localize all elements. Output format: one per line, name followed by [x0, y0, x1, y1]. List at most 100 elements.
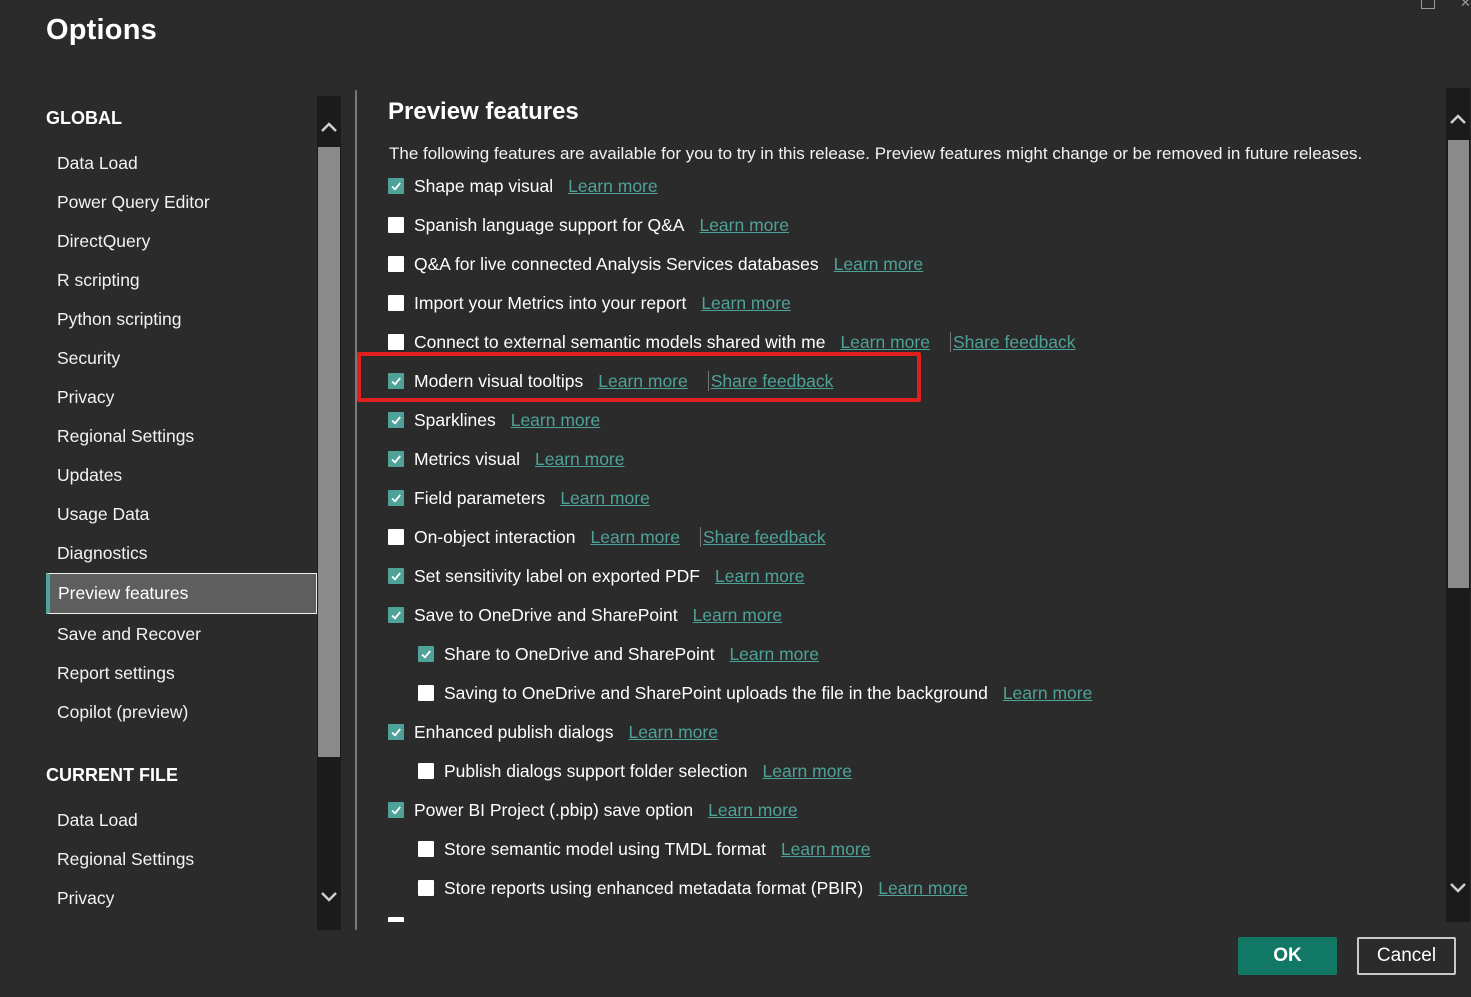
chevron-down-icon[interactable]: [318, 886, 340, 908]
learn-more-link[interactable]: Learn more: [590, 527, 680, 548]
learn-more-link[interactable]: Learn more: [878, 878, 968, 899]
sidebar-item-privacy[interactable]: Privacy: [57, 387, 114, 408]
page-title: Preview features: [388, 98, 579, 125]
feature-row: Q&A for live connected Analysis Services…: [388, 252, 923, 276]
feature-checkbox[interactable]: [388, 917, 404, 922]
sidebar-item-updates[interactable]: Updates: [57, 465, 122, 486]
sidebar-item-python-scripting[interactable]: Python scripting: [57, 309, 182, 330]
feature-checkbox[interactable]: [388, 724, 404, 740]
close-icon[interactable]: ✕: [1460, 0, 1471, 9]
sidebar-item-preview-features[interactable]: Preview features: [46, 573, 317, 614]
feature-label: Metrics visual: [414, 448, 520, 469]
feature-label: Import your Metrics into your report: [414, 292, 687, 313]
sidebar-item-current-data-load[interactable]: Data Load: [57, 810, 138, 831]
sidebar-item-regional-settings[interactable]: Regional Settings: [57, 426, 194, 447]
feature-label: Q&A for live connected Analysis Services…: [414, 253, 819, 274]
feature-row: Metrics visual Learn more: [388, 447, 625, 471]
feature-checkbox[interactable]: [388, 607, 404, 623]
chevron-up-icon[interactable]: [318, 116, 340, 138]
feature-checkbox[interactable]: [388, 529, 404, 545]
feature-checkbox[interactable]: [388, 334, 404, 350]
sidebar-item-copilot[interactable]: Copilot (preview): [57, 702, 188, 723]
chevron-up-icon[interactable]: [1447, 108, 1469, 130]
sidebar-item-usage-data[interactable]: Usage Data: [57, 504, 149, 525]
sidebar-item-data-load[interactable]: Data Load: [57, 153, 138, 174]
options-dialog: ✕ Options GLOBAL Data Load Power Query E…: [0, 0, 1471, 997]
share-feedback-link[interactable]: Share feedback: [953, 332, 1076, 353]
sidebar-scrollbar-thumb[interactable]: [318, 147, 340, 757]
learn-more-link[interactable]: Learn more: [715, 566, 805, 587]
sidebar-item-directquery[interactable]: DirectQuery: [57, 231, 150, 252]
learn-more-link[interactable]: Learn more: [628, 722, 718, 743]
feature-label: Save to OneDrive and SharePoint: [414, 604, 678, 625]
feature-label: Sparklines: [414, 409, 496, 430]
sidebar-item-power-query-editor[interactable]: Power Query Editor: [57, 192, 210, 213]
feature-checkbox[interactable]: [418, 763, 434, 779]
link-separator: [707, 371, 709, 391]
feature-row: Store semantic model using TMDL format Le…: [418, 837, 870, 861]
feature-checkbox[interactable]: [418, 880, 434, 896]
share-feedback-link[interactable]: Share feedback: [711, 371, 834, 392]
feature-checkbox[interactable]: [388, 295, 404, 311]
cancel-button[interactable]: Cancel: [1357, 937, 1456, 975]
learn-more-link[interactable]: Learn more: [535, 449, 625, 470]
feature-label: Shape map visual: [414, 175, 554, 196]
panel-divider: [355, 90, 357, 930]
feature-checkbox[interactable]: [388, 412, 404, 428]
sidebar-heading-global: GLOBAL: [46, 108, 122, 128]
feature-checkbox[interactable]: [388, 373, 404, 389]
sidebar-item-diagnostics[interactable]: Diagnostics: [57, 543, 147, 564]
feature-row: Save to OneDrive and SharePoint Learn mor…: [388, 603, 782, 627]
feature-label: Store semantic model using TMDL format: [444, 838, 766, 859]
learn-more-link[interactable]: Learn more: [511, 410, 601, 431]
ok-button[interactable]: OK: [1238, 937, 1337, 975]
sidebar-item-report-settings[interactable]: Report settings: [57, 663, 175, 684]
chevron-down-icon[interactable]: [1447, 877, 1469, 899]
learn-more-link[interactable]: Learn more: [729, 644, 819, 665]
feature-checkbox[interactable]: [418, 685, 434, 701]
feature-checkbox[interactable]: [388, 802, 404, 818]
learn-more-link[interactable]: Learn more: [701, 293, 791, 314]
learn-more-link[interactable]: Learn more: [840, 332, 930, 353]
learn-more-link[interactable]: Learn more: [708, 800, 798, 821]
learn-more-link[interactable]: Learn more: [834, 254, 924, 275]
main-scrollbar-thumb[interactable]: [1448, 140, 1469, 588]
learn-more-link[interactable]: Learn more: [699, 215, 789, 236]
link-separator: [699, 527, 701, 547]
learn-more-link[interactable]: Learn more: [693, 605, 783, 626]
sidebar-item-r-scripting[interactable]: R scripting: [57, 270, 140, 291]
sidebar-item-save-and-recover[interactable]: Save and Recover: [57, 624, 201, 645]
feature-label: Connect to external semantic models shar…: [414, 331, 826, 352]
share-feedback-link[interactable]: Share feedback: [703, 527, 826, 548]
learn-more-link[interactable]: Learn more: [1003, 683, 1093, 704]
link-separator: [949, 332, 951, 352]
feature-row: Share to OneDrive and SharePoint Learn mo…: [418, 642, 819, 666]
sidebar-heading-current-file: CURRENT FILE: [46, 765, 178, 785]
feature-checkbox[interactable]: [388, 178, 404, 194]
feature-label: Set sensitivity label on exported PDF: [414, 565, 700, 586]
feature-checkbox[interactable]: [388, 568, 404, 584]
feature-checkbox[interactable]: [388, 256, 404, 272]
feature-label: Saving to OneDrive and SharePoint upload…: [444, 682, 988, 703]
learn-more-link[interactable]: Learn more: [781, 839, 871, 860]
learn-more-link[interactable]: Learn more: [598, 371, 688, 392]
feature-label: Field parameters: [414, 487, 546, 508]
feature-checkbox[interactable]: [418, 841, 434, 857]
sidebar-item-current-regional-settings[interactable]: Regional Settings: [57, 849, 194, 870]
sidebar-item-current-privacy[interactable]: Privacy: [57, 888, 114, 909]
page-description: The following features are available for…: [389, 144, 1363, 163]
feature-row: On-object interaction Learn more Share fee…: [388, 525, 826, 549]
sidebar-item-label: Preview features: [58, 583, 189, 603]
learn-more-link[interactable]: Learn more: [568, 176, 658, 197]
feature-checkbox[interactable]: [418, 646, 434, 662]
feature-checkbox[interactable]: [388, 490, 404, 506]
feature-label: Spanish language support for Q&A: [414, 214, 685, 235]
sidebar-item-security[interactable]: Security: [57, 348, 120, 369]
feature-row: Shape map visual Learn more: [388, 174, 658, 198]
learn-more-link[interactable]: Learn more: [763, 761, 853, 782]
sidebar: GLOBAL Data Load Power Query Editor Dire…: [0, 96, 344, 930]
maximize-icon[interactable]: [1421, 0, 1435, 9]
feature-checkbox[interactable]: [388, 217, 404, 233]
learn-more-link[interactable]: Learn more: [560, 488, 650, 509]
feature-checkbox[interactable]: [388, 451, 404, 467]
